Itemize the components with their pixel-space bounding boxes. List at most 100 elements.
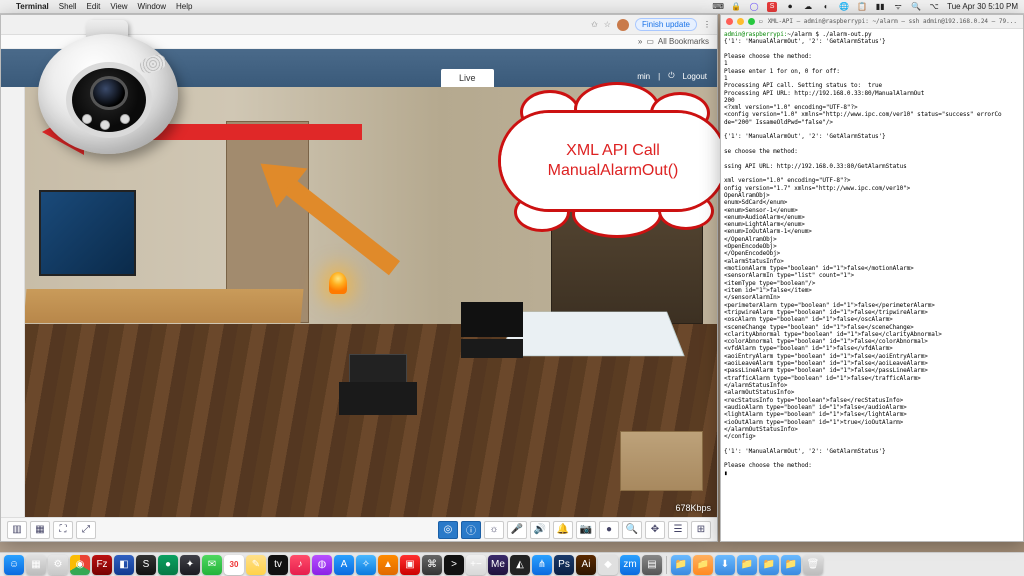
lock-icon[interactable]: 🔒 (731, 2, 741, 12)
terminal-window: ▭ XML-API — admin@raspberrypi: ~/alarm —… (720, 14, 1024, 542)
dock-folder-docs[interactable]: 📁 (671, 555, 691, 575)
search-icon[interactable]: 🔍 (911, 2, 921, 12)
all-bookmarks-link[interactable]: All Bookmarks (658, 37, 709, 46)
loom-icon[interactable]: ◯ (749, 2, 759, 12)
dock-notes[interactable]: ✎ (246, 555, 266, 575)
earth-icon[interactable]: 🌐 (839, 2, 849, 12)
logout-link[interactable]: Logout (683, 72, 707, 81)
terminal-output[interactable]: admin@raspberrypi:~/alarm $ ./alarm-out.… (721, 29, 1023, 541)
browser-toolbar: ✩ ☆ Finish update ⋮ (1, 15, 717, 35)
dock-music[interactable]: ♪ (290, 555, 310, 575)
close-icon[interactable] (726, 18, 733, 25)
menu-window[interactable]: Window (138, 2, 166, 11)
wifi-icon[interactable]: ᯤ (893, 2, 903, 12)
dock-launchpad[interactable]: ▦ (26, 555, 46, 575)
dock-trash[interactable]: 🗑 (803, 555, 823, 575)
gauge-icon[interactable]: ◐ (821, 2, 831, 12)
dock-zoom[interactable]: zm (620, 555, 640, 575)
left-rail[interactable] (1, 87, 25, 517)
snapshot-icon[interactable]: 📷 (576, 521, 596, 539)
dock-vscode[interactable]: ⋔ (532, 555, 552, 575)
dock-folder-orange[interactable]: 📁 (693, 555, 713, 575)
menu-view[interactable]: View (110, 2, 127, 11)
keyboard-icon[interactable]: ⌨ (713, 2, 723, 12)
alarm-lamp (329, 272, 347, 294)
dock-unity[interactable]: ◭ (510, 555, 530, 575)
layout-icon[interactable]: ▦ (30, 521, 50, 539)
alarm-out-icon[interactable]: 🔔 (553, 521, 573, 539)
light-icon[interactable]: ☼ (484, 521, 504, 539)
dock-utility-1[interactable]: ⌘ (422, 555, 442, 575)
dock-finalcut[interactable]: ✦ (180, 555, 200, 575)
overflow-menu-icon[interactable]: ⋮ (703, 20, 711, 29)
control-center-icon[interactable]: ⌥ (929, 2, 939, 12)
dock-folder-downloads[interactable]: ⬇ (715, 555, 735, 575)
dock-safari[interactable]: ✧ (356, 555, 376, 575)
aspect-icon[interactable]: ⛶ (53, 521, 73, 539)
fullscreen-icon[interactable]: ⤢ (76, 521, 96, 539)
room-scene (25, 87, 717, 517)
folder-icon: ▭ (759, 18, 763, 25)
bookmark-star-filled-icon[interactable]: ☆ (604, 20, 611, 29)
dock-appletv[interactable]: tv (268, 555, 288, 575)
dock-terminal[interactable]: > (444, 555, 464, 575)
dock-folder-3[interactable]: 📁 (759, 555, 779, 575)
profile-avatar[interactable] (617, 19, 629, 31)
dock-snagit[interactable]: S (136, 555, 156, 575)
browser-window: ✩ ☆ Finish update ⋮ » ▭ All Bookmarks Li… (0, 14, 718, 542)
zoom-icon[interactable]: 🔍 (622, 521, 642, 539)
camera-header: Live min | ⏻ Logout (1, 49, 717, 87)
bookmark-star-icon[interactable]: ✩ (591, 20, 598, 29)
dock-settings[interactable]: ⚙ (48, 555, 68, 575)
settings-icon[interactable]: ☰ (668, 521, 688, 539)
tab-live[interactable]: Live (441, 69, 494, 87)
dock-messages[interactable]: ✉ (202, 555, 222, 575)
mic-icon[interactable]: 🎤 (507, 521, 527, 539)
terminal-title: XML-API — admin@raspberrypi: ~/alarm — s… (767, 18, 1018, 25)
dock-illustrator[interactable]: Ai (576, 555, 596, 575)
dock-separator (666, 556, 667, 574)
dock-finder[interactable]: ☺ (4, 555, 24, 575)
speaker-icon[interactable]: 🔊 (530, 521, 550, 539)
dock-ivms[interactable]: ▣ (400, 555, 420, 575)
app-name[interactable]: Terminal (16, 2, 49, 11)
dock-media-encoder[interactable]: Me (488, 555, 508, 575)
info-icon[interactable]: ⓘ (461, 521, 481, 539)
dock-cctv-tool[interactable]: ▤ (642, 555, 662, 575)
live-video[interactable]: 678Kbps (25, 87, 717, 517)
maximize-icon[interactable] (748, 18, 755, 25)
dock-folder-4[interactable]: 📁 (781, 555, 801, 575)
ptz-icon[interactable]: ✥ (645, 521, 665, 539)
dock-chrome[interactable]: ◉ (70, 555, 90, 575)
adobe-cc-icon[interactable]: ☁ (803, 2, 813, 12)
dock-unknown-1[interactable]: ◧ (114, 555, 134, 575)
dock-camtasia[interactable]: ● (158, 555, 178, 575)
dock-podcasts[interactable]: ◍ (312, 555, 332, 575)
dock-folder-2[interactable]: 📁 (737, 555, 757, 575)
divider: | (658, 72, 660, 81)
menu-edit[interactable]: Edit (87, 2, 101, 11)
dock-filezilla[interactable]: Fz (92, 555, 112, 575)
dewarp-icon[interactable]: ◎ (438, 521, 458, 539)
menu-help[interactable]: Help (176, 2, 192, 11)
stream-list-icon[interactable]: ▥ (7, 521, 27, 539)
snagit-icon[interactable]: S (767, 2, 777, 12)
chevron-right-icon[interactable]: » (638, 37, 642, 46)
dock-appstore[interactable]: A (334, 555, 354, 575)
finish-update-button[interactable]: Finish update (635, 18, 697, 31)
screen-record-icon[interactable]: ⏺ (785, 2, 795, 12)
menu-shell[interactable]: Shell (59, 2, 77, 11)
dock-photoshop[interactable]: Ps (554, 555, 574, 575)
clipboard-icon[interactable]: 📋 (857, 2, 867, 12)
dock-calculator[interactable]: +− (466, 555, 486, 575)
dock-vlc[interactable]: ▲ (378, 555, 398, 575)
bitrate-label: 678Kbps (675, 503, 711, 513)
dock-calendar[interactable]: 30 (224, 555, 244, 575)
battery-icon[interactable]: ▮▮ (875, 2, 885, 12)
menubar-clock[interactable]: Tue Apr 30 5:10 PM (947, 2, 1018, 11)
admin-link[interactable]: min (637, 72, 650, 81)
record-icon[interactable]: ● (599, 521, 619, 539)
minimize-icon[interactable] (737, 18, 744, 25)
grid-icon[interactable]: ⊞ (691, 521, 711, 539)
dock-roblox[interactable]: ◆ (598, 555, 618, 575)
